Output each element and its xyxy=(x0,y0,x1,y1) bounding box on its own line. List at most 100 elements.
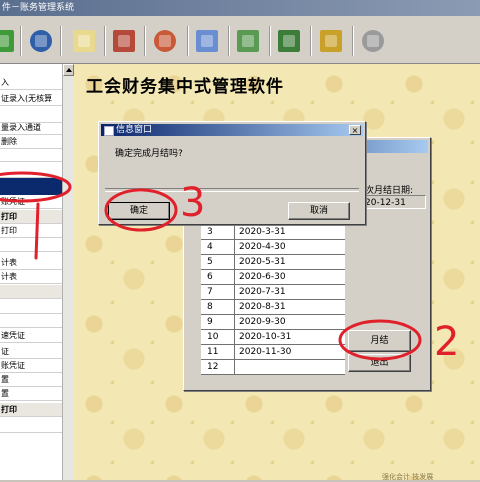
step-number-2: 2 xyxy=(434,319,460,365)
confirm-button[interactable]: 确定 xyxy=(108,202,170,220)
month-cell: 3 xyxy=(201,225,235,239)
sidebar-divider xyxy=(0,161,62,162)
toolbar-separator xyxy=(269,26,271,56)
date-cell: 2020-4-30 xyxy=(239,242,286,252)
sidebar-divider xyxy=(0,400,62,401)
dialog-titlebar: 信息窗口 × xyxy=(101,124,363,136)
table-row[interactable]: 9 2020-9-30 xyxy=(201,315,345,330)
month-cell: 6 xyxy=(201,270,235,284)
window-icon xyxy=(104,126,114,136)
sidebar-item[interactable]: 打印 xyxy=(0,224,62,237)
toolbar-separator xyxy=(104,26,106,56)
month-cell: 7 xyxy=(201,285,235,299)
sidebar-item[interactable]: 速凭证 xyxy=(0,329,62,342)
month-cell: 9 xyxy=(201,315,235,329)
month-close-button[interactable]: 月结 xyxy=(348,330,411,352)
sidebar-item[interactable]: 计表 xyxy=(0,270,62,283)
table-row[interactable]: 11 2020-11-30 xyxy=(201,345,345,360)
table-row[interactable]: 8 2020-8-31 xyxy=(201,300,345,315)
disk-icon[interactable] xyxy=(154,30,176,52)
sidebar-item[interactable] xyxy=(0,314,62,327)
date-cell: 2020-10-31 xyxy=(239,332,292,342)
sidebar-divider xyxy=(0,105,62,106)
sidebar-item[interactable]: 入 xyxy=(0,76,62,89)
date-cell: 2020-11-30 xyxy=(239,347,292,357)
sidebar-item[interactable]: 量录入通道 xyxy=(0,121,62,134)
sidebar-item[interactable] xyxy=(0,164,62,177)
page-title: 工会财务集中式管理软件 xyxy=(86,77,284,97)
table-row[interactable]: 6 2020-6-30 xyxy=(201,270,345,285)
sidebar-item[interactable]: 删除 xyxy=(0,135,62,148)
sidebar-item[interactable] xyxy=(0,148,62,161)
sidebar-divider xyxy=(0,298,62,299)
sidebar-item[interactable]: 置 xyxy=(0,387,62,400)
footer-text: 强化会计 技发展 xyxy=(382,473,434,481)
sidebar-item[interactable]: 账凭证 xyxy=(0,195,62,208)
sidebar-scrollbar[interactable] xyxy=(62,64,74,480)
sidebar-divider xyxy=(0,432,62,433)
sidebar-divider xyxy=(0,177,62,178)
month-cell: 5 xyxy=(201,255,235,269)
date-cell: 2020-6-30 xyxy=(239,272,286,282)
sidebar-group-header[interactable]: 打印 xyxy=(0,403,62,416)
dialog-divider xyxy=(105,188,359,192)
exit-button[interactable]: 退出 xyxy=(348,354,411,372)
sidebar-item[interactable] xyxy=(0,419,62,432)
sidebar-item[interactable] xyxy=(0,238,62,251)
sidebar-item[interactable]: 证录入(无核算 xyxy=(0,92,62,105)
door-exit-icon[interactable] xyxy=(278,30,300,52)
book-icon[interactable] xyxy=(0,30,14,52)
sidebar-item[interactable]: 账凭证 xyxy=(0,359,62,372)
toolbar-separator xyxy=(60,26,62,56)
toolbar-separator xyxy=(144,26,146,56)
sidebar-divider xyxy=(0,208,62,209)
table-row[interactable]: 10 2020-10-31 xyxy=(201,330,345,345)
message-dialog: 信息窗口 × 确定完成月结吗? 确定 取消 xyxy=(98,121,366,225)
sidebar-item[interactable] xyxy=(0,300,62,313)
last-close-value: 20-12-31 xyxy=(362,195,426,209)
note-icon[interactable] xyxy=(73,30,95,52)
printer-icon[interactable] xyxy=(237,30,259,52)
month-cell: 10 xyxy=(201,330,235,344)
step-number-3: 3 xyxy=(180,180,206,226)
sidebar-item[interactable]: 计表 xyxy=(0,256,62,269)
sidebar-divider xyxy=(0,327,62,328)
sidebar-item[interactable]: 证 xyxy=(0,345,62,358)
month-cell: 12 xyxy=(201,360,235,374)
sidebar: 入证录入(无核算 量录入通道 删除 账凭证 打印 打印 计表 计表 速凭证证账凭证置置打印 xyxy=(0,64,63,480)
cancel-button[interactable]: 取消 xyxy=(288,202,350,220)
person-icon[interactable] xyxy=(320,30,342,52)
sidebar-group-header[interactable]: 打印 xyxy=(0,210,62,223)
table-row[interactable]: 5 2020-5-31 xyxy=(201,255,345,270)
sidebar-item[interactable]: 置 xyxy=(0,373,62,386)
sidebar-divider xyxy=(0,342,62,343)
date-cell: 2020-7-31 xyxy=(239,287,286,297)
close-icon[interactable]: × xyxy=(349,125,361,135)
toolbar-separator xyxy=(310,26,312,56)
globe-icon[interactable] xyxy=(30,30,52,52)
month-cell: 11 xyxy=(201,345,235,359)
sidebar-divider xyxy=(0,416,62,417)
sidebar-divider xyxy=(0,283,62,284)
table-row[interactable]: 7 2020-7-31 xyxy=(201,285,345,300)
scroll-up-icon[interactable] xyxy=(63,64,74,76)
date-cell: 2020-3-31 xyxy=(239,227,286,237)
date-cell: 2020-5-31 xyxy=(239,257,286,267)
toolbar-separator xyxy=(20,26,22,56)
app-titlebar: 件－账务管理系统 xyxy=(0,0,480,16)
month-cell: 4 xyxy=(201,240,235,254)
paint-icon[interactable] xyxy=(113,30,135,52)
toolbar-separator xyxy=(228,26,230,56)
table-row[interactable]: 12 xyxy=(201,360,345,375)
sidebar-item-selected[interactable] xyxy=(0,177,62,195)
dialog-title: 信息窗口 xyxy=(116,125,153,135)
sidebar-group-header[interactable] xyxy=(0,285,62,298)
dialog-message: 确定完成月结吗? xyxy=(115,149,183,159)
clock-icon[interactable] xyxy=(362,30,384,52)
date-cell: 2020-8-31 xyxy=(239,302,286,312)
box-icon[interactable] xyxy=(196,30,218,52)
toolbar xyxy=(0,16,480,64)
table-row[interactable]: 3 2020-3-31 xyxy=(201,225,345,240)
date-cell: 2020-9-30 xyxy=(239,317,286,327)
table-row[interactable]: 4 2020-4-30 xyxy=(201,240,345,255)
